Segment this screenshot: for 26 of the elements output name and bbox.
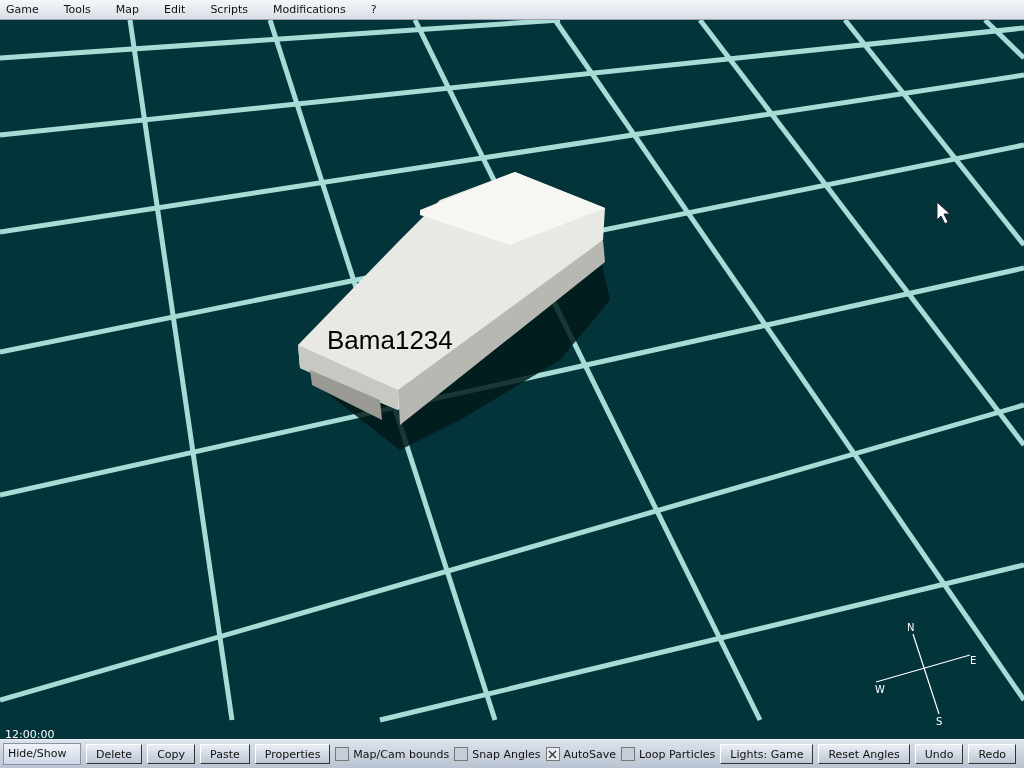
menu-item[interactable]: Edit [164,3,186,16]
toolbar-button[interactable]: Undo [914,744,964,764]
hide-show-field[interactable]: Hide/Show [3,743,81,765]
toolbar-button[interactable]: Delete [86,744,143,764]
toolbar-button[interactable]: Paste [200,744,250,764]
toolbar-button[interactable]: Lights: Game [720,744,814,764]
checkbox-label: Snap Angles [472,747,541,761]
compass-north-label: N [907,621,915,633]
toolbar-button[interactable]: Redo [968,744,1017,764]
toolbar-button[interactable]: Reset Angles [818,744,910,764]
menu-item[interactable]: ? [370,3,377,16]
menu-item[interactable]: Tools [63,3,91,16]
menu-item[interactable]: Scripts [210,3,249,16]
object-name-label: Bama1234 [327,324,453,356]
compass-east-label: E [970,654,977,666]
menu-item[interactable]: Modifications [273,3,346,16]
checkbox-label: Map/Cam bounds [353,747,450,761]
checkbox-label: Loop Particles [639,747,716,761]
toolbar-button[interactable]: Properties [254,744,331,764]
compass-west-label: W [875,683,885,695]
game-time: 12:00:00 [5,727,55,741]
compass-south-label: S [936,715,943,727]
toolbar-button[interactable]: Copy [147,744,196,764]
menu-item[interactable]: Game [6,3,39,16]
checkbox-label: AutoSave [563,747,617,761]
menu-item[interactable]: Map [115,3,140,16]
